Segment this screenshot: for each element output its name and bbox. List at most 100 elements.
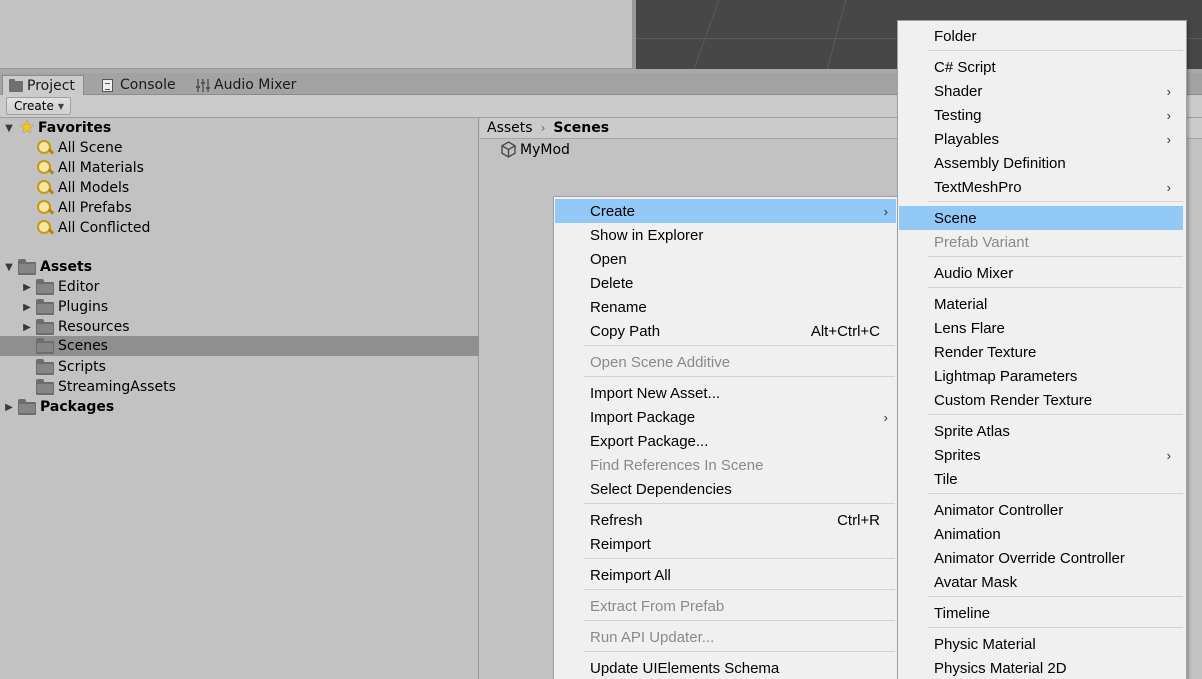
expand-arrow-icon[interactable]: ▼ (4, 123, 14, 134)
menu-item-find-references: Find References In Scene (555, 453, 896, 477)
asset-item[interactable]: MyMod (500, 141, 570, 158)
submenu-item-audio-mixer[interactable]: Audio Mixer (899, 261, 1183, 285)
tree-item-folder[interactable]: ▶ Editor (0, 277, 479, 297)
menu-item-label: Lens Flare (934, 319, 1005, 337)
submenu-item-physic-material[interactable]: Physic Material (899, 632, 1183, 656)
project-tree: ▼ ★ Favorites All Scene All Materials Al… (0, 118, 479, 679)
tree-label: All Prefabs (58, 200, 132, 216)
tree-item-assets[interactable]: ▼ Assets (0, 257, 479, 277)
submenu-item-lens-flare[interactable]: Lens Flare (899, 316, 1183, 340)
tree-label: Resources (58, 319, 130, 335)
submenu-item-custom-render-texture[interactable]: Custom Render Texture (899, 388, 1183, 412)
folder-icon (36, 378, 54, 395)
tree-item-folder-selected[interactable]: Scenes (0, 336, 479, 356)
folder-icon (36, 318, 54, 335)
submenu-item-animation[interactable]: Animation (899, 522, 1183, 546)
submenu-item-assembly-definition[interactable]: Assembly Definition (899, 151, 1183, 175)
menu-item-reimport[interactable]: Reimport (555, 532, 896, 556)
menu-item-label: Copy Path (590, 322, 661, 340)
menu-item-label: Physics Material 2D (934, 659, 1067, 677)
menu-separator (584, 620, 895, 621)
breadcrumb-root[interactable]: Assets (487, 120, 533, 136)
menu-item-create[interactable]: Create › (555, 199, 896, 223)
menu-item-run-api-updater: Run API Updater... (555, 625, 896, 649)
tree-item-favorites[interactable]: ▼ ★ Favorites (0, 118, 479, 138)
tree-item-favorite[interactable]: All Prefabs (0, 198, 479, 218)
grid-line (693, 0, 720, 69)
menu-item-label: Scene (934, 209, 977, 227)
collapsed-arrow-icon[interactable]: ▶ (4, 402, 14, 413)
tree-item-folder[interactable]: Scripts (0, 357, 479, 377)
chevron-right-icon: › (883, 203, 888, 219)
submenu-item-shader[interactable]: Shader › (899, 79, 1183, 103)
menu-item-open-scene-additive: Open Scene Additive (555, 350, 896, 374)
chevron-right-icon: › (540, 121, 546, 135)
search-icon (36, 179, 54, 197)
menu-item-select-dependencies[interactable]: Select Dependencies (555, 477, 896, 501)
menu-item-refresh[interactable]: Refresh Ctrl+R (555, 508, 896, 532)
menu-item-show-in-explorer[interactable]: Show in Explorer (555, 223, 896, 247)
tree-item-folder[interactable]: StreamingAssets (0, 377, 479, 397)
folder-icon (36, 278, 54, 295)
menu-item-open[interactable]: Open (555, 247, 896, 271)
tree-item-favorite[interactable]: All Materials (0, 158, 479, 178)
menu-item-rename[interactable]: Rename (555, 295, 896, 319)
menu-item-label: Reimport (590, 535, 651, 553)
menu-item-label: Sprite Atlas (934, 422, 1010, 440)
menu-item-label: Refresh (590, 511, 643, 529)
menu-item-export-package[interactable]: Export Package... (555, 429, 896, 453)
submenu-item-csharp-script[interactable]: C# Script (899, 55, 1183, 79)
submenu-item-scene[interactable]: Scene (899, 206, 1183, 230)
tree-item-packages[interactable]: ▶ Packages (0, 397, 479, 417)
tree-item-folder[interactable]: ▶ Plugins (0, 297, 479, 317)
tree-label: All Materials (58, 160, 144, 176)
tree-item-favorite[interactable]: All Models (0, 178, 479, 198)
menu-item-label: Animator Override Controller (934, 549, 1125, 567)
tab-console[interactable]: Console (96, 75, 184, 95)
submenu-item-sprites[interactable]: Sprites › (899, 443, 1183, 467)
tab-audio-mixer[interactable]: Audio Mixer (190, 75, 304, 95)
collapsed-arrow-icon[interactable]: ▶ (22, 322, 32, 333)
menu-separator (584, 589, 895, 590)
submenu-item-render-texture[interactable]: Render Texture (899, 340, 1183, 364)
tab-project[interactable]: Project (2, 75, 84, 95)
create-button[interactable]: Create ▼ (6, 97, 72, 115)
submenu-item-physics-material-2d[interactable]: Physics Material 2D (899, 656, 1183, 679)
menu-item-import-package[interactable]: Import Package › (555, 405, 896, 429)
menu-item-label: Open (590, 250, 627, 268)
search-icon (36, 139, 54, 157)
tree-item-favorite[interactable]: All Scene (0, 138, 479, 158)
submenu-item-sprite-atlas[interactable]: Sprite Atlas (899, 419, 1183, 443)
submenu-item-lightmap-parameters[interactable]: Lightmap Parameters (899, 364, 1183, 388)
menu-item-label: Render Texture (934, 343, 1037, 361)
grid-line (826, 0, 847, 69)
submenu-item-animator-override-controller[interactable]: Animator Override Controller (899, 546, 1183, 570)
menu-item-delete[interactable]: Delete (555, 271, 896, 295)
menu-item-import-new-asset[interactable]: Import New Asset... (555, 381, 896, 405)
folder-icon (9, 78, 23, 92)
menu-item-label: Run API Updater... (590, 628, 715, 646)
submenu-item-timeline[interactable]: Timeline (899, 601, 1183, 625)
expand-arrow-icon[interactable]: ▼ (4, 262, 14, 273)
chevron-right-icon: › (1166, 131, 1171, 147)
menu-item-update-uielements-schema[interactable]: Update UIElements Schema (555, 656, 896, 679)
submenu-item-testing[interactable]: Testing › (899, 103, 1183, 127)
menu-item-reimport-all[interactable]: Reimport All (555, 563, 896, 587)
menu-separator (584, 376, 895, 377)
submenu-item-avatar-mask[interactable]: Avatar Mask (899, 570, 1183, 594)
menu-item-copy-path[interactable]: Copy Path Alt+Ctrl+C (555, 319, 896, 343)
submenu-item-folder[interactable]: Folder (899, 24, 1183, 48)
inspector-pane-top (0, 0, 634, 69)
collapsed-arrow-icon[interactable]: ▶ (22, 282, 32, 293)
create-submenu: Folder C# Script Shader › Testing › Play… (897, 20, 1187, 679)
submenu-item-animator-controller[interactable]: Animator Controller (899, 498, 1183, 522)
tree-item-favorite[interactable]: All Conflicted (0, 218, 479, 238)
tree-label: Plugins (58, 299, 109, 315)
collapsed-arrow-icon[interactable]: ▶ (22, 302, 32, 313)
submenu-item-textmeshpro[interactable]: TextMeshPro › (899, 175, 1183, 199)
tree-item-folder[interactable]: ▶ Resources (0, 317, 479, 337)
submenu-item-playables[interactable]: Playables › (899, 127, 1183, 151)
submenu-item-tile[interactable]: Tile (899, 467, 1183, 491)
breadcrumb-current[interactable]: Scenes (553, 120, 609, 136)
submenu-item-material[interactable]: Material (899, 292, 1183, 316)
